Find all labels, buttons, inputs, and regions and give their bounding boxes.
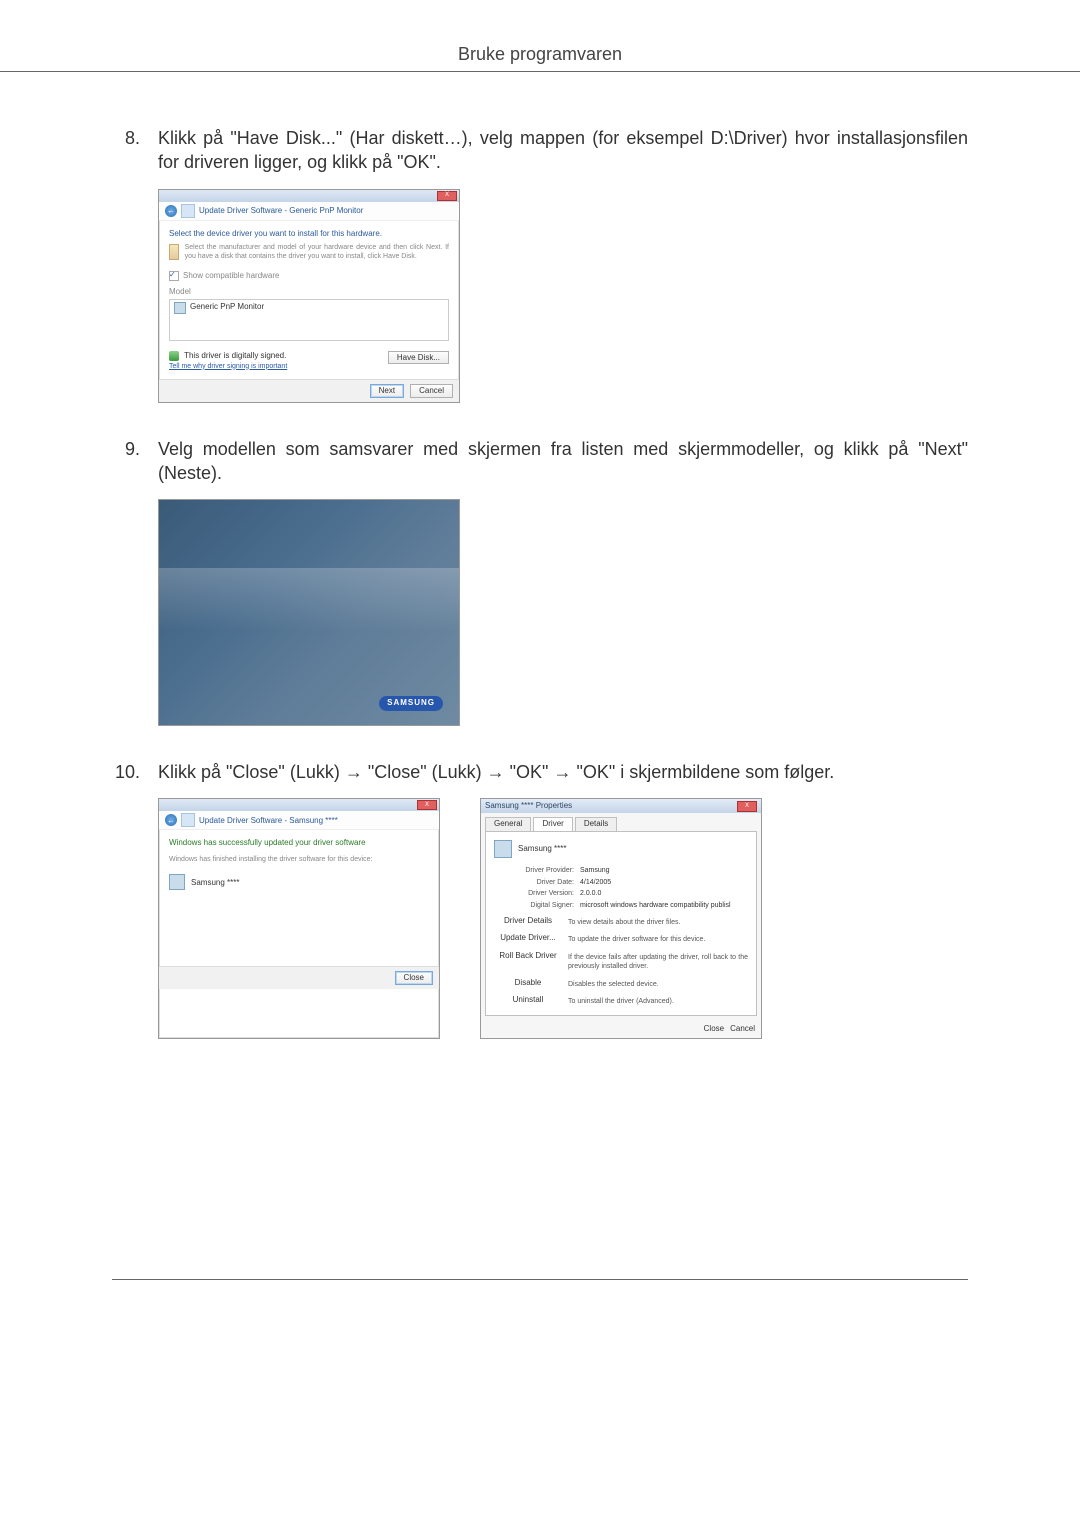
- cancel-button[interactable]: Cancel: [410, 384, 453, 398]
- footer-rule: [112, 1279, 968, 1280]
- kv-value: Samsung: [580, 866, 610, 875]
- button-description: Disables the selected device.: [568, 978, 748, 989]
- model-item: Generic PnP Monitor: [190, 302, 264, 312]
- close-button[interactable]: Close: [704, 1024, 724, 1035]
- close-button[interactable]: Close: [395, 971, 433, 985]
- shield-icon: [169, 351, 179, 361]
- kv-value: 4/14/2005: [580, 878, 611, 887]
- dialog-heading: Windows has successfully updated your dr…: [169, 838, 429, 848]
- close-icon[interactable]: X: [437, 191, 457, 201]
- monitor-icon: [494, 840, 512, 858]
- check-icon: ✓: [169, 271, 179, 281]
- disable-button[interactable]: Disable: [494, 978, 562, 989]
- hardware-icon: [169, 244, 179, 260]
- step-number: 9.: [112, 437, 140, 727]
- button-description: To update the driver software for this d…: [568, 933, 748, 944]
- kv-value: microsoft windows hardware compatibility…: [580, 901, 731, 910]
- kv-value: 2.0.0.0: [580, 889, 601, 898]
- breadcrumb-text: Update Driver Software - Samsung ****: [199, 816, 338, 826]
- driver-details-button[interactable]: Driver Details: [494, 916, 562, 927]
- tabs: General Driver Details: [481, 813, 761, 831]
- monitor-icon: [169, 874, 185, 890]
- model-label: Model: [169, 287, 449, 297]
- dialog-driver-properties: Samsung **** Properties X General Driver…: [480, 798, 762, 1039]
- tab-general[interactable]: General: [485, 817, 531, 831]
- dialog-titlebar: Samsung **** Properties X: [481, 799, 761, 813]
- step-number: 8.: [112, 126, 140, 403]
- samsung-logo: SAMSUNG: [379, 696, 443, 711]
- dialog-titlebar: X: [159, 190, 459, 202]
- button-description: If the device fails after updating the d…: [568, 951, 748, 972]
- model-list[interactable]: Generic PnP Monitor: [169, 299, 449, 341]
- roll-back-driver-button[interactable]: Roll Back Driver: [494, 951, 562, 962]
- why-signing-link[interactable]: Tell me why driver signing is important: [169, 363, 287, 371]
- breadcrumb-text: Update Driver Software - Generic PnP Mon…: [199, 206, 363, 216]
- close-icon[interactable]: X: [737, 801, 757, 812]
- step-number: 10.: [112, 760, 140, 1039]
- checkbox-label: Show compatible hardware: [183, 271, 280, 281]
- signed-text: This driver is digitally signed.: [184, 351, 286, 360]
- dialog-breadcrumb: ← Update Driver Software - Generic PnP M…: [159, 202, 459, 221]
- dialog-help-text: Select the manufacturer and model of you…: [185, 244, 449, 261]
- dialog-titlebar: X: [159, 799, 439, 811]
- button-description: To view details about the driver files.: [568, 916, 748, 927]
- button-description: To uninstall the driver (Advanced).: [568, 995, 748, 1006]
- close-icon[interactable]: X: [417, 800, 437, 810]
- update-driver-button[interactable]: Update Driver...: [494, 933, 562, 944]
- step-text: Klikk på "Have Disk..." (Har diskett…), …: [158, 128, 968, 172]
- next-button[interactable]: Next: [370, 384, 404, 398]
- kv-key: Digital Signer:: [514, 901, 574, 910]
- page-title: Bruke programvaren: [458, 44, 622, 64]
- kv-key: Driver Version:: [514, 889, 574, 898]
- dialog-breadcrumb: ← Update Driver Software - Samsung ****: [159, 811, 439, 830]
- uninstall-button[interactable]: Uninstall: [494, 995, 562, 1006]
- monitor-icon: [174, 302, 186, 314]
- dialog-heading: Select the device driver you want to ins…: [169, 229, 449, 239]
- dialog-title: Samsung **** Properties: [485, 801, 572, 812]
- cancel-button[interactable]: Cancel: [730, 1024, 755, 1035]
- device-name: Samsung ****: [191, 878, 239, 888]
- show-compatible-checkbox[interactable]: ✓ Show compatible hardware: [169, 271, 449, 281]
- have-disk-button[interactable]: Have Disk...: [388, 351, 449, 365]
- dialog-update-success: X ← Update Driver Software - Samsung ***…: [158, 798, 440, 1039]
- wizard-icon: [181, 813, 195, 827]
- tab-details[interactable]: Details: [575, 817, 617, 831]
- kv-key: Driver Date:: [514, 878, 574, 887]
- tab-driver[interactable]: Driver: [533, 817, 572, 831]
- dialog-subtext: Windows has finished installing the driv…: [169, 856, 429, 864]
- samsung-splash-image: SAMSUNG: [158, 499, 460, 726]
- wizard-icon: [181, 204, 195, 218]
- dialog-update-driver-havedisk: X ← Update Driver Software - Generic PnP…: [158, 189, 460, 403]
- back-icon[interactable]: ←: [165, 814, 177, 826]
- step-text: Klikk på "Close" (Lukk) → "Close" (Lukk)…: [158, 762, 834, 782]
- page-header: Bruke programvaren: [0, 0, 1080, 71]
- kv-key: Driver Provider:: [514, 866, 574, 875]
- device-name: Samsung ****: [518, 844, 566, 855]
- step-text: Velg modellen som samsvarer med skjermen…: [158, 439, 968, 483]
- back-icon[interactable]: ←: [165, 205, 177, 217]
